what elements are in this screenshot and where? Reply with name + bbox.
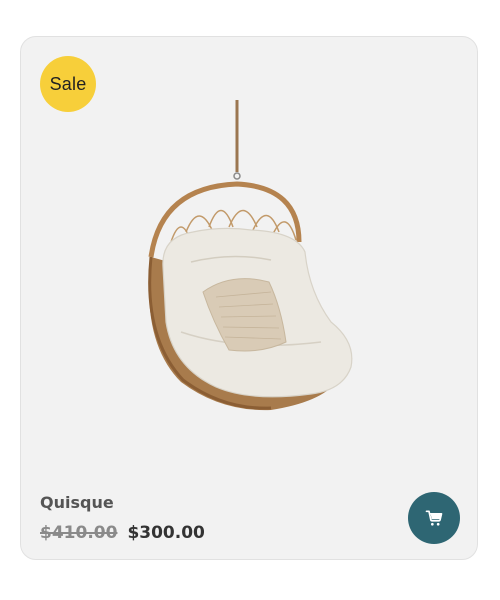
product-name[interactable]: Quisque	[40, 493, 114, 512]
add-to-cart-button[interactable]	[408, 492, 460, 544]
sale-price: $300.00	[127, 523, 205, 543]
product-card[interactable]: Sale Quisque $410.00 $300.00	[20, 36, 478, 560]
product-image[interactable]	[121, 92, 371, 442]
original-price: $410.00	[40, 523, 118, 543]
ring	[233, 172, 241, 180]
sale-badge-label: Sale	[49, 73, 87, 94]
sale-badge: Sale	[40, 56, 96, 112]
cart-icon	[425, 510, 443, 526]
price-row: $410.00 $300.00	[40, 523, 205, 543]
